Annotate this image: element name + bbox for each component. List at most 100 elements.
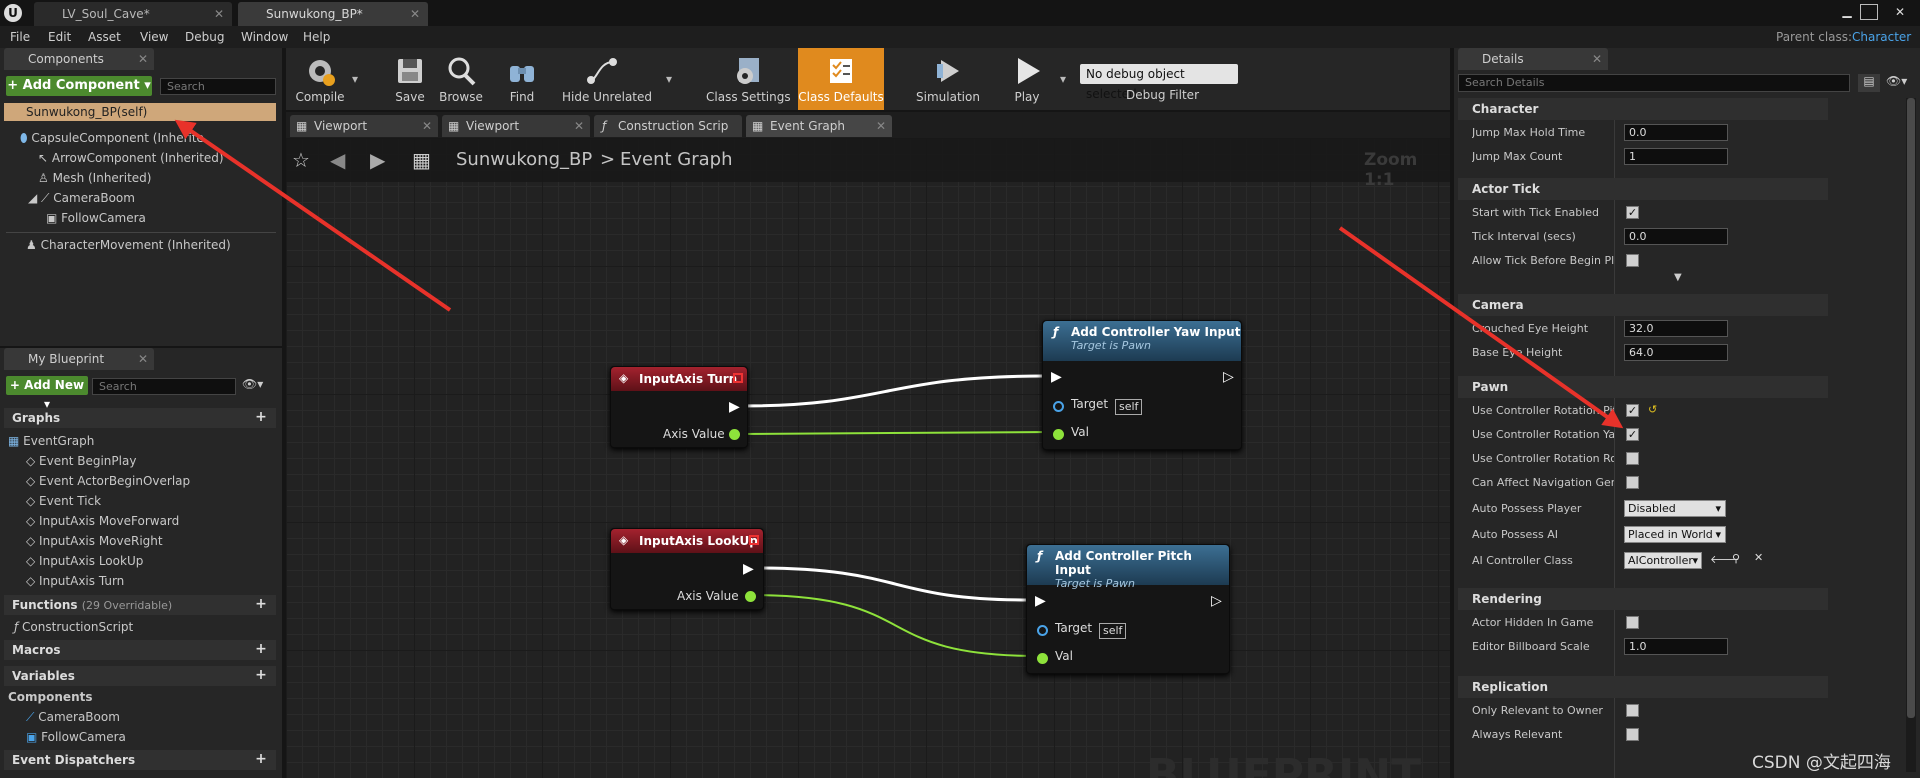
viewport-tab[interactable]: ▦ Viewport ✕ — [442, 115, 590, 137]
details-tab[interactable]: Details ✕ — [1458, 48, 1608, 70]
close-icon[interactable]: ✕ — [214, 2, 224, 26]
relevant-owner-checkbox[interactable] — [1626, 704, 1639, 717]
close-icon[interactable]: ✕ — [422, 115, 432, 137]
billboard-scale-input[interactable]: 1.0 — [1624, 638, 1728, 655]
add-macro-icon[interactable]: + — [254, 642, 268, 657]
document-tab-level[interactable]: LV_Soul_Cave* ✕ — [34, 2, 232, 26]
base-eye-height-input[interactable]: 64.0 — [1624, 344, 1728, 361]
tree-item-capsule[interactable]: ⬮ CapsuleComponent (Inherite — [20, 131, 204, 146]
compile-button[interactable]: Compile — [290, 48, 350, 110]
exec-out-pin[interactable]: ▶ — [729, 399, 740, 415]
close-window-icon[interactable]: ✕ — [1888, 2, 1912, 22]
maximize-icon[interactable] — [1860, 4, 1878, 20]
event-item[interactable]: ◇ InputAxis LookUp — [26, 554, 143, 568]
parent-class-value[interactable]: Character — [1852, 26, 1911, 48]
variables-section-header[interactable]: Variables + — [4, 666, 276, 686]
event-item[interactable]: ◇ Event ActorBeginOverlap — [26, 474, 190, 488]
menu-edit[interactable]: Edit — [48, 26, 71, 48]
exec-out-pin[interactable]: ▷ — [1223, 369, 1234, 385]
graphs-section-header[interactable]: Graphs + — [4, 408, 276, 428]
event-graph-item[interactable]: ▦ EventGraph — [8, 434, 94, 448]
browse-magnifier-icon[interactable]: ⚲ — [1732, 552, 1740, 565]
tree-item-followcamera[interactable]: ▣ FollowCamera — [46, 211, 146, 225]
add-graph-icon[interactable]: + — [254, 410, 268, 425]
add-controller-yaw-node[interactable]: Add Controller Yaw Input Target is Pawn … — [1042, 320, 1242, 450]
view-options-icon[interactable]: 👁▾ — [242, 377, 263, 391]
simulation-button[interactable]: Simulation — [910, 48, 986, 110]
property-matrix-icon[interactable]: ▤ — [1858, 74, 1880, 92]
rotation-pitch-checkbox[interactable]: ✓ — [1626, 404, 1639, 417]
construction-script-item[interactable]: ƒ ConstructionScript — [14, 620, 133, 634]
hide-unrelated-button[interactable]: Hide Unrelated — [562, 48, 652, 110]
tree-item-charmovement[interactable]: ♟ CharacterMovement (Inherited) — [26, 238, 231, 252]
tick-interval-input[interactable]: 0.0 — [1624, 228, 1728, 245]
rotation-yaw-checkbox[interactable]: ✓ — [1626, 428, 1639, 441]
exec-in-pin[interactable]: ▶ — [1051, 369, 1062, 385]
dispatchers-section-header[interactable]: Event Dispatchers + — [4, 750, 276, 770]
auto-possess-ai-select[interactable]: Placed in World ▾ — [1624, 526, 1726, 543]
menu-asset[interactable]: Asset — [88, 26, 121, 48]
find-button[interactable]: Find — [502, 48, 542, 110]
event-item[interactable]: ◇ InputAxis MoveRight — [26, 534, 163, 548]
menu-debug[interactable]: Debug — [185, 26, 224, 48]
val-pin[interactable] — [1037, 653, 1048, 664]
axis-value-pin[interactable] — [745, 591, 756, 602]
close-icon[interactable]: ✕ — [138, 48, 148, 70]
components-tab[interactable]: Components ✕ — [4, 48, 154, 70]
menu-window[interactable]: Window — [241, 26, 288, 48]
save-button[interactable]: Save — [390, 48, 430, 110]
advanced-expand-icon[interactable]: ▼ — [1674, 272, 1682, 283]
event-item[interactable]: ◇ Event BeginPlay — [26, 454, 136, 468]
minimize-icon[interactable]: ▁ — [1838, 4, 1856, 20]
functions-section-header[interactable]: Functions (29 Overridable) + — [4, 595, 276, 615]
target-pin[interactable] — [1053, 401, 1064, 412]
allow-tick-checkbox[interactable] — [1626, 254, 1639, 267]
document-tab-blueprint[interactable]: Sunwukong_BP* ✕ — [238, 2, 428, 26]
category-pawn[interactable]: Pawn — [1458, 376, 1828, 398]
input-axis-turn-node[interactable]: InputAxis Turn ◈ ▶ Axis Value — [610, 366, 748, 448]
close-icon[interactable]: ✕ — [574, 115, 584, 137]
self-item[interactable]: Sunwukong_BP(self) — [4, 103, 276, 121]
event-item[interactable]: ◇ InputAxis MoveForward — [26, 514, 179, 528]
tree-item-cameraboom[interactable]: ◢ ⟋ CameraBoom — [28, 191, 135, 206]
add-new-button[interactable]: + Add New ▾ — [6, 376, 88, 411]
category-camera[interactable]: Camera — [1458, 294, 1828, 316]
target-pin[interactable] — [1037, 625, 1048, 636]
delegate-pin-icon[interactable] — [749, 535, 759, 545]
variable-item[interactable]: ⟋ CameraBoom — [26, 710, 120, 725]
class-settings-button[interactable]: Class Settings — [706, 48, 791, 110]
variable-item[interactable]: ▣ FollowCamera — [26, 730, 126, 744]
exec-in-pin[interactable]: ▶ — [1035, 593, 1046, 609]
class-defaults-button[interactable]: Class Defaults — [798, 48, 884, 110]
details-scrollbar[interactable] — [1906, 98, 1916, 772]
play-button[interactable]: Play — [1002, 48, 1052, 110]
crouched-eye-height-input[interactable]: 32.0 — [1624, 320, 1728, 337]
macros-section-header[interactable]: Macros + — [4, 640, 276, 660]
input-axis-lookup-node[interactable]: InputAxis LookUp ◈ ▶ Axis Value — [610, 528, 764, 610]
play-options-icon[interactable]: ▾ — [1060, 72, 1066, 86]
blueprint-search-input[interactable]: Search — [92, 378, 236, 395]
rotation-roll-checkbox[interactable] — [1626, 452, 1639, 465]
affect-navigation-checkbox[interactable] — [1626, 476, 1639, 489]
add-component-button[interactable]: + Add Component ▾ — [6, 76, 152, 96]
add-controller-pitch-node[interactable]: Add Controller Pitch Input Target is Paw… — [1026, 544, 1230, 674]
axis-value-pin[interactable] — [729, 429, 740, 440]
expand-arrow-icon[interactable]: ◢ — [28, 191, 41, 205]
menu-help[interactable]: Help — [303, 26, 330, 48]
variables-components-header[interactable]: Components — [8, 690, 93, 704]
construction-script-tab[interactable]: ƒ Construction Scrip — [594, 115, 742, 137]
exec-out-pin[interactable]: ▶ — [743, 561, 754, 577]
reset-to-default-icon[interactable]: ↺ — [1648, 403, 1657, 416]
components-search-input[interactable]: Search — [160, 78, 276, 95]
always-relevant-checkbox[interactable] — [1626, 728, 1639, 741]
close-icon[interactable]: ✕ — [1592, 48, 1602, 70]
add-variable-icon[interactable]: + — [254, 668, 268, 683]
viewport-tab[interactable]: ▦ Viewport ✕ — [290, 115, 438, 137]
debug-object-select[interactable]: No debug object selected ▾ — [1080, 64, 1238, 101]
ai-controller-class-select[interactable]: AIController ▾ — [1624, 552, 1702, 569]
event-item[interactable]: ◇ Event Tick — [26, 494, 101, 508]
add-dispatcher-icon[interactable]: + — [254, 752, 268, 767]
menu-view[interactable]: View — [140, 26, 168, 48]
close-icon[interactable]: ✕ — [138, 348, 148, 370]
event-graph-canvas[interactable]: ☆ ◀ ▶ ▦ Sunwukong_BP > Event Graph Zoom … — [286, 138, 1450, 778]
